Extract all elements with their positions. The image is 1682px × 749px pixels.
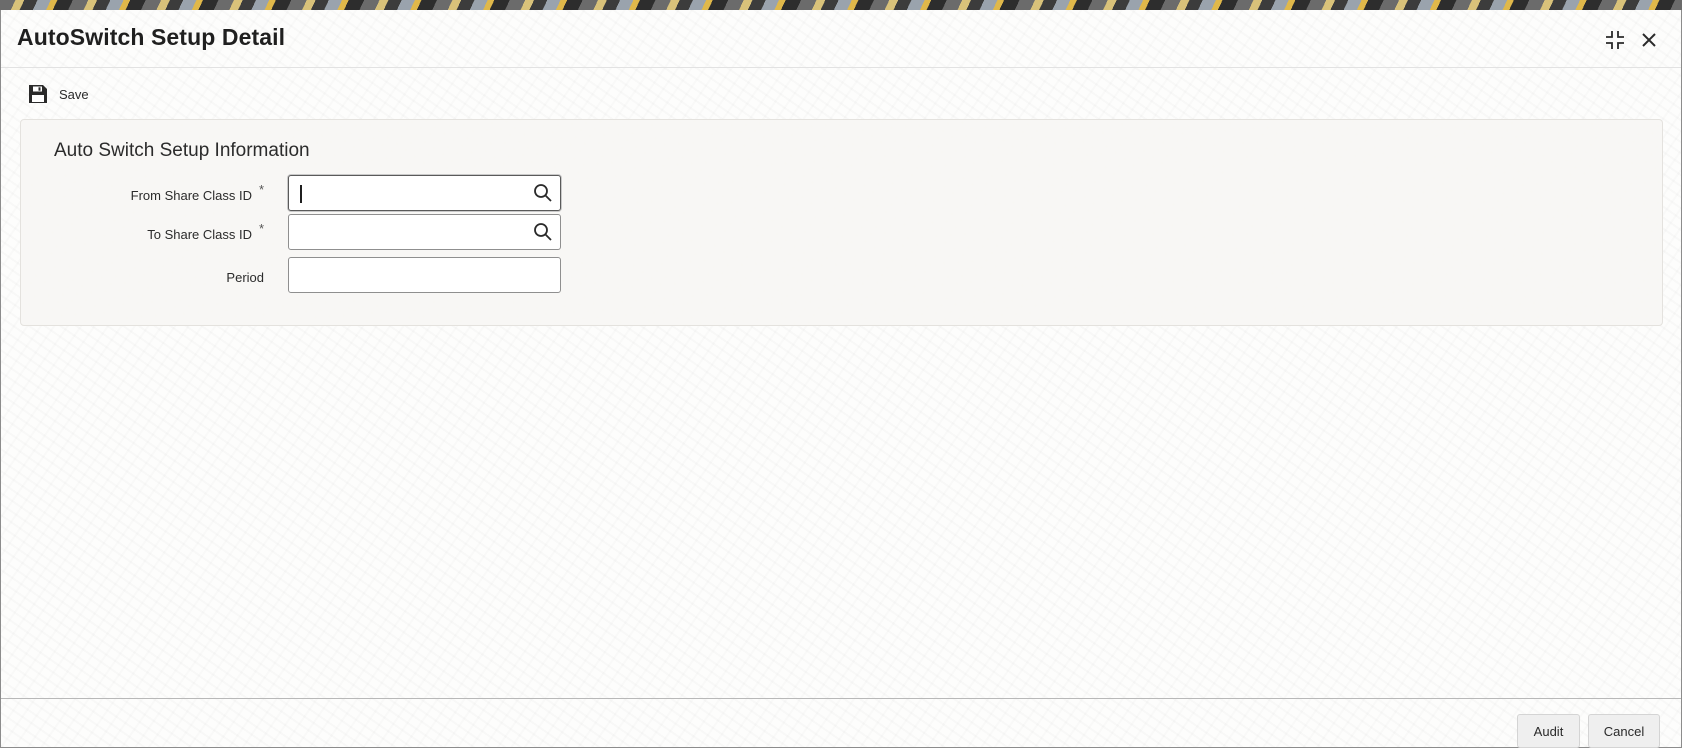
floppy-disk-icon [29,85,47,103]
audit-button[interactable]: Audit [1517,714,1580,748]
maximize-icon [1606,31,1624,49]
to-share-class-search-button[interactable] [526,215,560,249]
search-icon [534,184,552,202]
search-icon [534,223,552,241]
required-marker: * [259,182,265,197]
auto-switch-setup-panel: Auto Switch Setup Information From Share… [20,119,1663,326]
page-title: AutoSwitch Setup Detail [17,24,286,50]
save-button[interactable]: Save [27,82,89,106]
required-marker: * [259,221,265,236]
from-share-class-label: From Share Class ID [130,188,252,203]
title-divider [1,67,1681,68]
save-label: Save [59,86,89,102]
section-title: Auto Switch Setup Information [54,140,310,161]
period-input[interactable] [289,258,560,292]
to-share-class-field [288,214,561,250]
to-share-class-label: To Share Class ID [147,227,252,242]
cancel-button[interactable]: Cancel [1588,714,1660,748]
decorative-header-strip [0,0,1682,10]
close-button[interactable] [1635,26,1663,54]
period-label: Period [226,270,264,285]
dialog-window: AutoSwitch Setup Detail Save Auto Switch… [0,10,1682,748]
to-share-class-input[interactable] [289,215,526,249]
from-share-class-field [288,175,561,211]
footer-divider [1,698,1681,699]
text-caret [300,185,302,203]
from-share-class-input[interactable] [289,176,526,210]
from-share-class-search-button[interactable] [526,176,560,210]
period-field [288,257,561,293]
close-icon [1642,33,1656,47]
maximize-button[interactable] [1601,26,1629,54]
